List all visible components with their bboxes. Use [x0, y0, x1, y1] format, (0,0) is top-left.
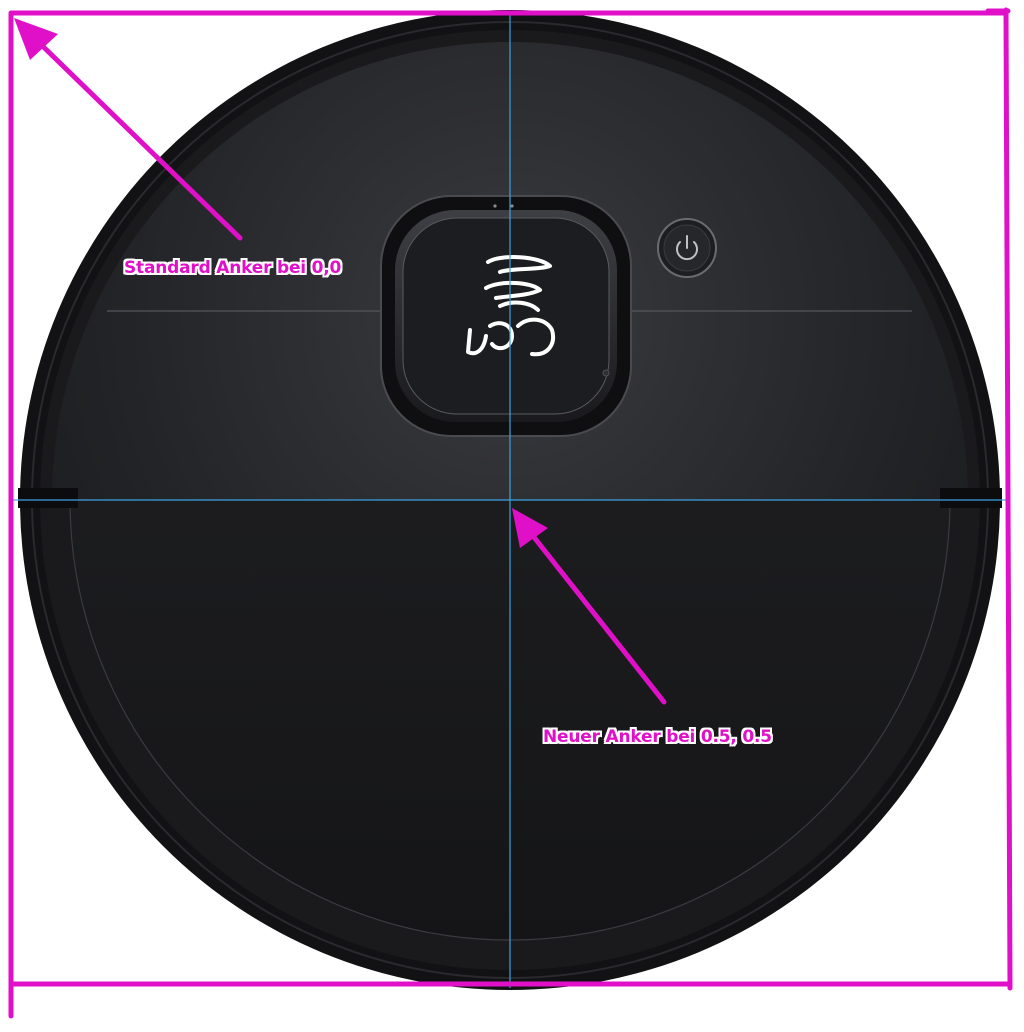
new-anchor-label: Neuer Anker bei 0.5, 0.5 [543, 727, 772, 747]
power-icon[interactable] [657, 218, 717, 278]
diagram-canvas [8, 7, 1013, 1019]
default-anchor-label: Standard Anker bei 0,0 [124, 258, 342, 278]
